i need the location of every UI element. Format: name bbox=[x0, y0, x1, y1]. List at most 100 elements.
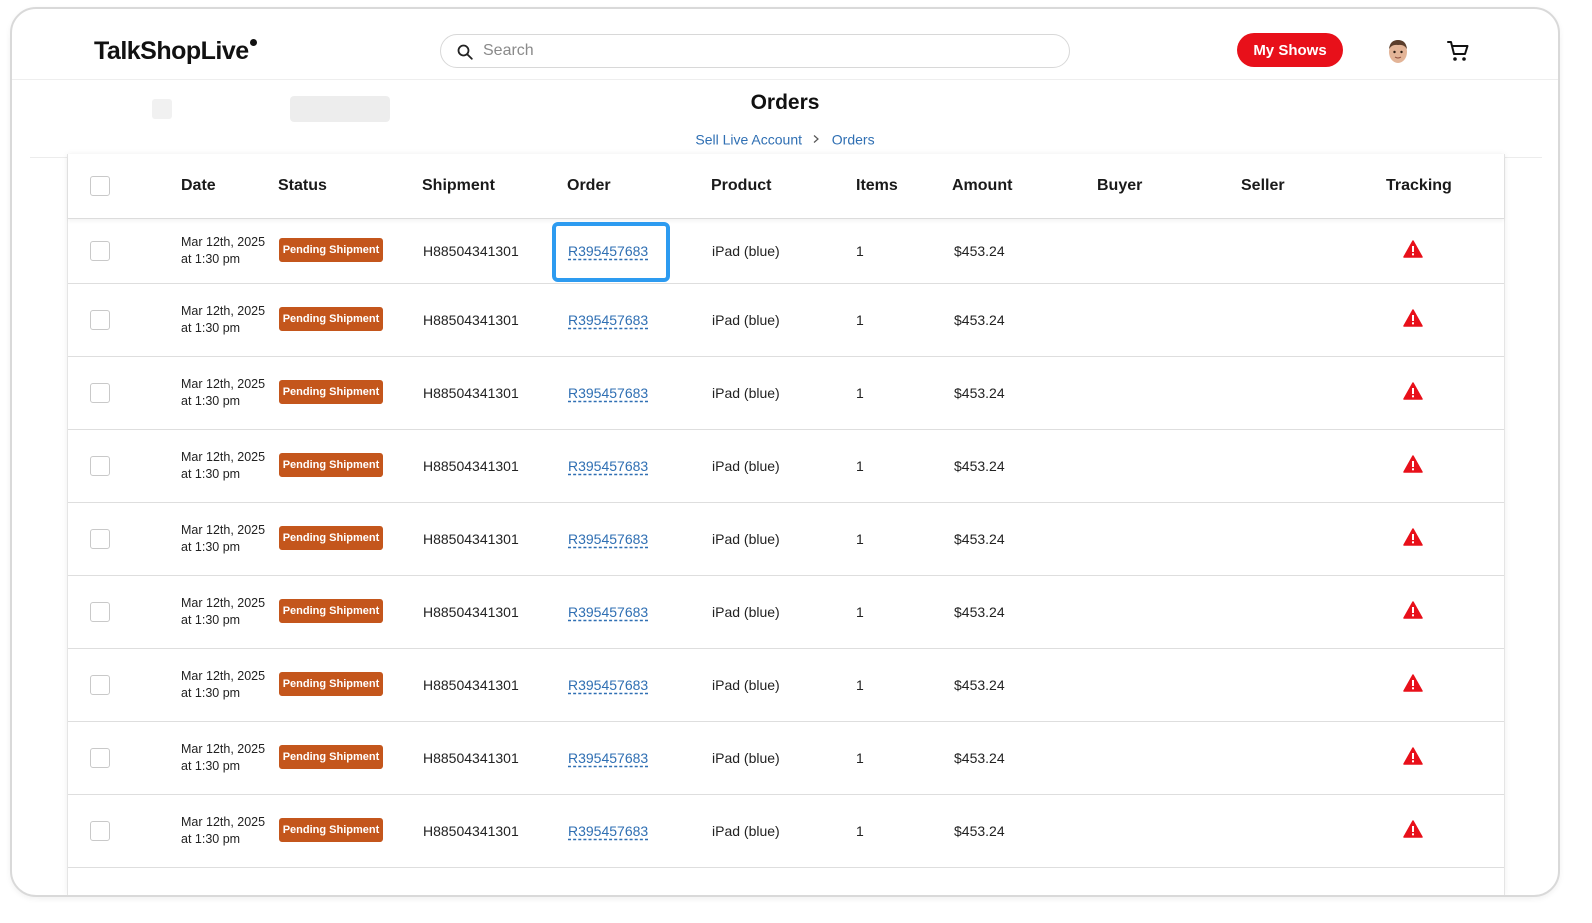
column-header-status[interactable]: Status bbox=[278, 177, 327, 195]
order-link[interactable]: R395457683 bbox=[568, 750, 648, 766]
row-checkbox[interactable] bbox=[90, 529, 110, 549]
order-date: Mar 12th, 2025 at 1:30 pm bbox=[181, 595, 265, 629]
table-row[interactable]: Mar 12th, 2025 at 1:30 pm Pending Shipment… bbox=[68, 356, 1504, 430]
row-checkbox[interactable] bbox=[90, 675, 110, 695]
warning-icon[interactable] bbox=[1403, 820, 1423, 838]
table-row[interactable]: Mar 12th, 2025 at 1:30 pm Pending Shipment… bbox=[68, 219, 1504, 284]
warning-icon[interactable] bbox=[1403, 601, 1423, 619]
product-name: iPad (blue) bbox=[712, 531, 780, 547]
status-badge: Pending Shipment bbox=[279, 818, 383, 842]
order-date-time: at 1:30 pm bbox=[181, 467, 241, 481]
order-amount: $453.24 bbox=[954, 604, 1005, 620]
order-date: Mar 12th, 2025 at 1:30 pm bbox=[181, 668, 265, 702]
item-count: 1 bbox=[856, 823, 864, 839]
row-checkbox[interactable] bbox=[90, 821, 110, 841]
cart-icon[interactable] bbox=[1446, 39, 1470, 63]
table-row[interactable]: Mar 12th, 2025 at 1:30 pm Pending Shipment… bbox=[68, 575, 1504, 649]
breadcrumb: Sell Live Account Orders bbox=[12, 130, 1558, 147]
status-badge: Pending Shipment bbox=[279, 238, 383, 262]
table-row[interactable]: Mar 12th, 2025 at 1:30 pm Pending Shipment… bbox=[68, 648, 1504, 722]
order-date: Mar 12th, 2025 at 1:30 pm bbox=[181, 376, 265, 410]
breadcrumb-current-orders[interactable]: Orders bbox=[832, 131, 875, 147]
item-count: 1 bbox=[856, 385, 864, 401]
order-date-day: Mar 12th, 2025 bbox=[181, 377, 266, 391]
table-header: Date Status Shipment Order Product Items… bbox=[68, 154, 1504, 219]
select-all-checkbox[interactable] bbox=[90, 176, 110, 196]
product-name: iPad (blue) bbox=[712, 823, 780, 839]
table-row[interactable]: Mar 12th, 2025 at 1:30 pm Pending Shipment… bbox=[68, 794, 1504, 868]
shipment-id: H88504341301 bbox=[423, 458, 519, 474]
order-date-day: Mar 12th, 2025 bbox=[181, 523, 266, 537]
item-count: 1 bbox=[856, 243, 864, 259]
order-date-time: at 1:30 pm bbox=[181, 832, 241, 846]
warning-icon[interactable] bbox=[1403, 455, 1423, 473]
row-checkbox[interactable] bbox=[90, 241, 110, 261]
breadcrumb-link-sell-live-account[interactable]: Sell Live Account bbox=[695, 131, 802, 147]
column-header-order[interactable]: Order bbox=[567, 177, 611, 195]
column-header-shipment[interactable]: Shipment bbox=[422, 177, 495, 195]
item-count: 1 bbox=[856, 458, 864, 474]
order-date-time: at 1:30 pm bbox=[181, 321, 241, 335]
order-link[interactable]: R395457683 bbox=[568, 312, 648, 328]
order-date-day: Mar 12th, 2025 bbox=[181, 815, 266, 829]
logo[interactable]: TalkShopLive bbox=[94, 37, 257, 66]
order-date: Mar 12th, 2025 at 1:30 pm bbox=[181, 234, 265, 268]
app-window: TalkShopLive My Shows Orders Sell Live A… bbox=[10, 7, 1560, 897]
column-header-tracking[interactable]: Tracking bbox=[1386, 177, 1452, 195]
table-row[interactable]: Mar 12th, 2025 at 1:30 pm Pending Shipment… bbox=[68, 721, 1504, 795]
status-badge: Pending Shipment bbox=[279, 453, 383, 477]
table-row[interactable]: Mar 12th, 2025 at 1:30 pm Pending Shipment… bbox=[68, 429, 1504, 503]
shipment-id: H88504341301 bbox=[423, 677, 519, 693]
row-checkbox[interactable] bbox=[90, 456, 110, 476]
shipment-id: H88504341301 bbox=[423, 531, 519, 547]
row-checkbox[interactable] bbox=[90, 310, 110, 330]
order-link-highlight bbox=[552, 222, 670, 282]
order-link[interactable]: R395457683 bbox=[568, 531, 648, 547]
item-count: 1 bbox=[856, 531, 864, 547]
column-header-items[interactable]: Items bbox=[856, 177, 898, 195]
item-count: 1 bbox=[856, 604, 864, 620]
order-amount: $453.24 bbox=[954, 243, 1005, 259]
column-header-seller[interactable]: Seller bbox=[1241, 177, 1285, 195]
column-header-amount[interactable]: Amount bbox=[952, 177, 1012, 195]
order-amount: $453.24 bbox=[954, 677, 1005, 693]
product-name: iPad (blue) bbox=[712, 750, 780, 766]
warning-icon[interactable] bbox=[1403, 747, 1423, 765]
table-row[interactable]: Mar 12th, 2025 at 1:30 pm Pending Shipment… bbox=[68, 283, 1504, 357]
column-header-date[interactable]: Date bbox=[181, 177, 216, 195]
search-bar[interactable] bbox=[440, 34, 1070, 68]
order-date-time: at 1:30 pm bbox=[181, 613, 241, 627]
table-row[interactable]: Mar 12th, 2025 at 1:30 pm Pending Shipment… bbox=[68, 502, 1504, 576]
product-name: iPad (blue) bbox=[712, 677, 780, 693]
warning-icon[interactable] bbox=[1403, 240, 1423, 258]
order-date-time: at 1:30 pm bbox=[181, 252, 241, 266]
warning-icon[interactable] bbox=[1403, 674, 1423, 692]
my-shows-button[interactable]: My Shows bbox=[1237, 33, 1343, 67]
order-amount: $453.24 bbox=[954, 385, 1005, 401]
row-checkbox[interactable] bbox=[90, 602, 110, 622]
product-name: iPad (blue) bbox=[712, 312, 780, 328]
order-link[interactable]: R395457683 bbox=[568, 677, 648, 693]
warning-icon[interactable] bbox=[1403, 309, 1423, 327]
order-date: Mar 12th, 2025 at 1:30 pm bbox=[181, 814, 265, 848]
column-header-product[interactable]: Product bbox=[711, 177, 771, 195]
shipment-id: H88504341301 bbox=[423, 385, 519, 401]
order-link[interactable]: R395457683 bbox=[568, 385, 648, 401]
column-header-buyer[interactable]: Buyer bbox=[1097, 177, 1142, 195]
item-count: 1 bbox=[856, 677, 864, 693]
avatar[interactable] bbox=[1386, 39, 1410, 65]
order-link[interactable]: R395457683 bbox=[568, 823, 648, 839]
row-checkbox[interactable] bbox=[90, 383, 110, 403]
order-amount: $453.24 bbox=[954, 823, 1005, 839]
warning-icon[interactable] bbox=[1403, 528, 1423, 546]
shipment-id: H88504341301 bbox=[423, 750, 519, 766]
search-input[interactable] bbox=[481, 35, 1055, 67]
order-amount: $453.24 bbox=[954, 458, 1005, 474]
order-date: Mar 12th, 2025 at 1:30 pm bbox=[181, 303, 265, 337]
order-date-time: at 1:30 pm bbox=[181, 759, 241, 773]
order-link[interactable]: R395457683 bbox=[568, 458, 648, 474]
row-checkbox[interactable] bbox=[90, 748, 110, 768]
warning-icon[interactable] bbox=[1403, 382, 1423, 400]
product-name: iPad (blue) bbox=[712, 604, 780, 620]
order-link[interactable]: R395457683 bbox=[568, 604, 648, 620]
